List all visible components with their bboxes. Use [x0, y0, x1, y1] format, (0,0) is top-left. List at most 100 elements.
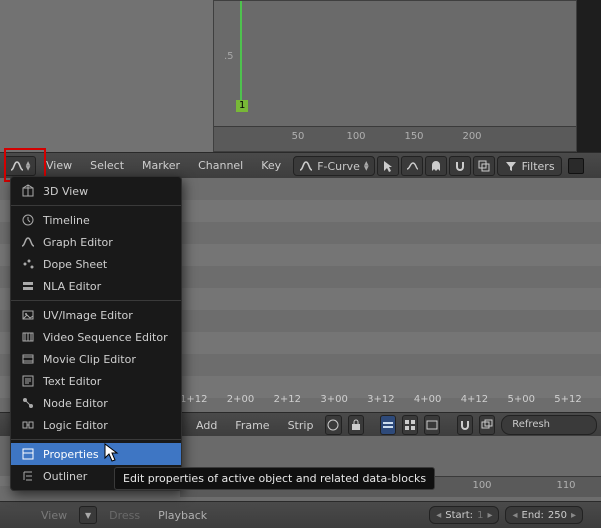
grid-icon [403, 418, 417, 432]
editor-type-item-node-editor[interactable]: Node Editor [11, 392, 181, 414]
menu-item-label: 3D View [43, 185, 88, 198]
editor-type-item-nla-editor[interactable]: NLA Editor [11, 275, 181, 297]
start-frame-field[interactable]: Start: 1 [429, 506, 499, 524]
timecode-label: 4+12 [461, 394, 508, 412]
menu-frame[interactable]: Frame [229, 419, 275, 432]
editor-type-item-movie-clip-editor[interactable]: Movie Clip Editor [11, 348, 181, 370]
graph-time-ruler[interactable]: 50 100 150 200 [214, 126, 576, 151]
editor-mode-label: F-Curve [317, 160, 360, 173]
ruler-tick: 110 [556, 480, 575, 491]
graph-canvas[interactable]: .5 1 50100150200 [213, 0, 577, 152]
outliner-icon [21, 469, 35, 483]
sequencer-timecode-row: 1+122+002+123+003+124+004+125+005+12 [180, 394, 601, 412]
timecode-label: 3+12 [367, 394, 414, 412]
menu-separator [11, 205, 181, 206]
filters-button[interactable]: Filters [497, 156, 562, 176]
editor-mode-selector[interactable]: F-Curve ▲▼ [293, 156, 374, 176]
fcurve-icon [299, 159, 313, 173]
timecode-label: 1+12 [180, 394, 227, 412]
timecode-label: 2+00 [227, 394, 274, 412]
menu-item-label: Dope Sheet [43, 258, 107, 271]
image-icon [326, 418, 340, 432]
menu-item-label: Text Editor [43, 375, 101, 388]
editor-type-item-text-editor[interactable]: Text Editor [11, 370, 181, 392]
ghost-icon [429, 159, 443, 173]
logic-icon [21, 418, 35, 432]
ruler-tick: 200 [462, 131, 481, 142]
overlap-icon [480, 418, 494, 432]
editor-type-item-logic-editor[interactable]: Logic Editor [11, 414, 181, 436]
ghost-button[interactable] [425, 156, 447, 176]
preview-image-button[interactable] [325, 415, 341, 435]
cursor-icon [381, 159, 395, 173]
editor-type-dropdown[interactable]: 3D View Timeline Graph Editor Dope Sheet NLA… [10, 176, 182, 491]
sequence-icon [381, 418, 395, 432]
editor-type-item-properties[interactable]: Properties [11, 443, 181, 465]
menu-channel[interactable]: Channel [190, 153, 251, 179]
dropdown-arrows-icon: ▲▼ [26, 161, 31, 171]
editor-type-button[interactable]: ▲▼ [4, 156, 36, 176]
editor-type-item-timeline[interactable]: Timeline [11, 209, 181, 231]
menu-add[interactable]: Add [190, 419, 223, 432]
copy-button[interactable] [473, 156, 495, 176]
timeline-header: View ▼ Dress Playback Start: 1 End: 250 [0, 501, 601, 528]
view-mode-grid-button[interactable] [402, 415, 418, 435]
menu-item-label: NLA Editor [43, 280, 101, 293]
start-label: Start: [445, 510, 473, 521]
snap-button[interactable] [449, 156, 471, 176]
normalize-icon [405, 159, 419, 173]
timecode-label: 2+12 [274, 394, 321, 412]
end-frame-field[interactable]: End: 250 [505, 506, 583, 524]
ruler-tick: 100 [346, 131, 365, 142]
magnet-icon [453, 159, 467, 173]
magnet-icon [458, 418, 472, 432]
overlap-button[interactable] [479, 415, 495, 435]
editor-type-item-graph-editor[interactable]: Graph Editor [11, 231, 181, 253]
dope-icon [21, 257, 35, 271]
tooltip: Edit properties of active object and rel… [114, 467, 435, 490]
menu-dress: Dress [103, 509, 146, 522]
menu-item-label: UV/Image Editor [43, 309, 133, 322]
ruler-tick: 50 [292, 131, 305, 142]
lock-icon [349, 418, 363, 432]
fcurve-icon [21, 235, 35, 249]
editor-type-item-video-sequence-editor[interactable]: Video Sequence Editor [11, 326, 181, 348]
chevron-down-icon[interactable]: ▼ [79, 506, 97, 524]
fcurve-icon [10, 159, 24, 173]
playhead-line[interactable] [240, 1, 242, 100]
copy-icon [477, 159, 491, 173]
nla-icon [21, 279, 35, 293]
filters-label: Filters [522, 160, 555, 173]
end-label: End: [522, 510, 544, 521]
show-sliders-checkbox[interactable] [568, 158, 584, 174]
menu-item-label: Timeline [43, 214, 90, 227]
view-mode-preview-button[interactable] [424, 415, 440, 435]
timecode-label: 4+00 [414, 394, 461, 412]
normalize-button[interactable] [401, 156, 423, 176]
current-frame-marker[interactable]: 1 [236, 100, 248, 112]
timecode-label: 3+00 [320, 394, 367, 412]
menu-item-label: Logic Editor [43, 419, 108, 432]
menu-key[interactable]: Key [253, 153, 289, 179]
refresh-sequencer-button[interactable]: Refresh Sequencer [501, 415, 597, 435]
view-mode-sequence-button[interactable] [380, 415, 396, 435]
clock-icon [21, 213, 35, 227]
text-icon [21, 374, 35, 388]
dropdown-arrows-icon: ▲▼ [364, 161, 369, 171]
menu-strip[interactable]: Strip [282, 419, 320, 432]
editor-type-item-dope-sheet[interactable]: Dope Sheet [11, 253, 181, 275]
cube-icon [21, 184, 35, 198]
menu-separator [11, 439, 181, 440]
editor-type-item-uv-image-editor[interactable]: UV/Image Editor [11, 304, 181, 326]
ruler-tick: 150 [404, 131, 423, 142]
menu-item-label: Properties [43, 448, 99, 461]
lock-button[interactable] [348, 415, 364, 435]
menu-playback[interactable]: Playback [152, 509, 213, 522]
node-icon [21, 396, 35, 410]
snap-seq-button[interactable] [457, 415, 473, 435]
ruler-tick: 100 [472, 480, 491, 491]
seq-icon [21, 330, 35, 344]
cursor-tool-button[interactable] [377, 156, 399, 176]
menu-view[interactable]: View [35, 509, 73, 522]
editor-type-item-3d-view[interactable]: 3D View [11, 180, 181, 202]
